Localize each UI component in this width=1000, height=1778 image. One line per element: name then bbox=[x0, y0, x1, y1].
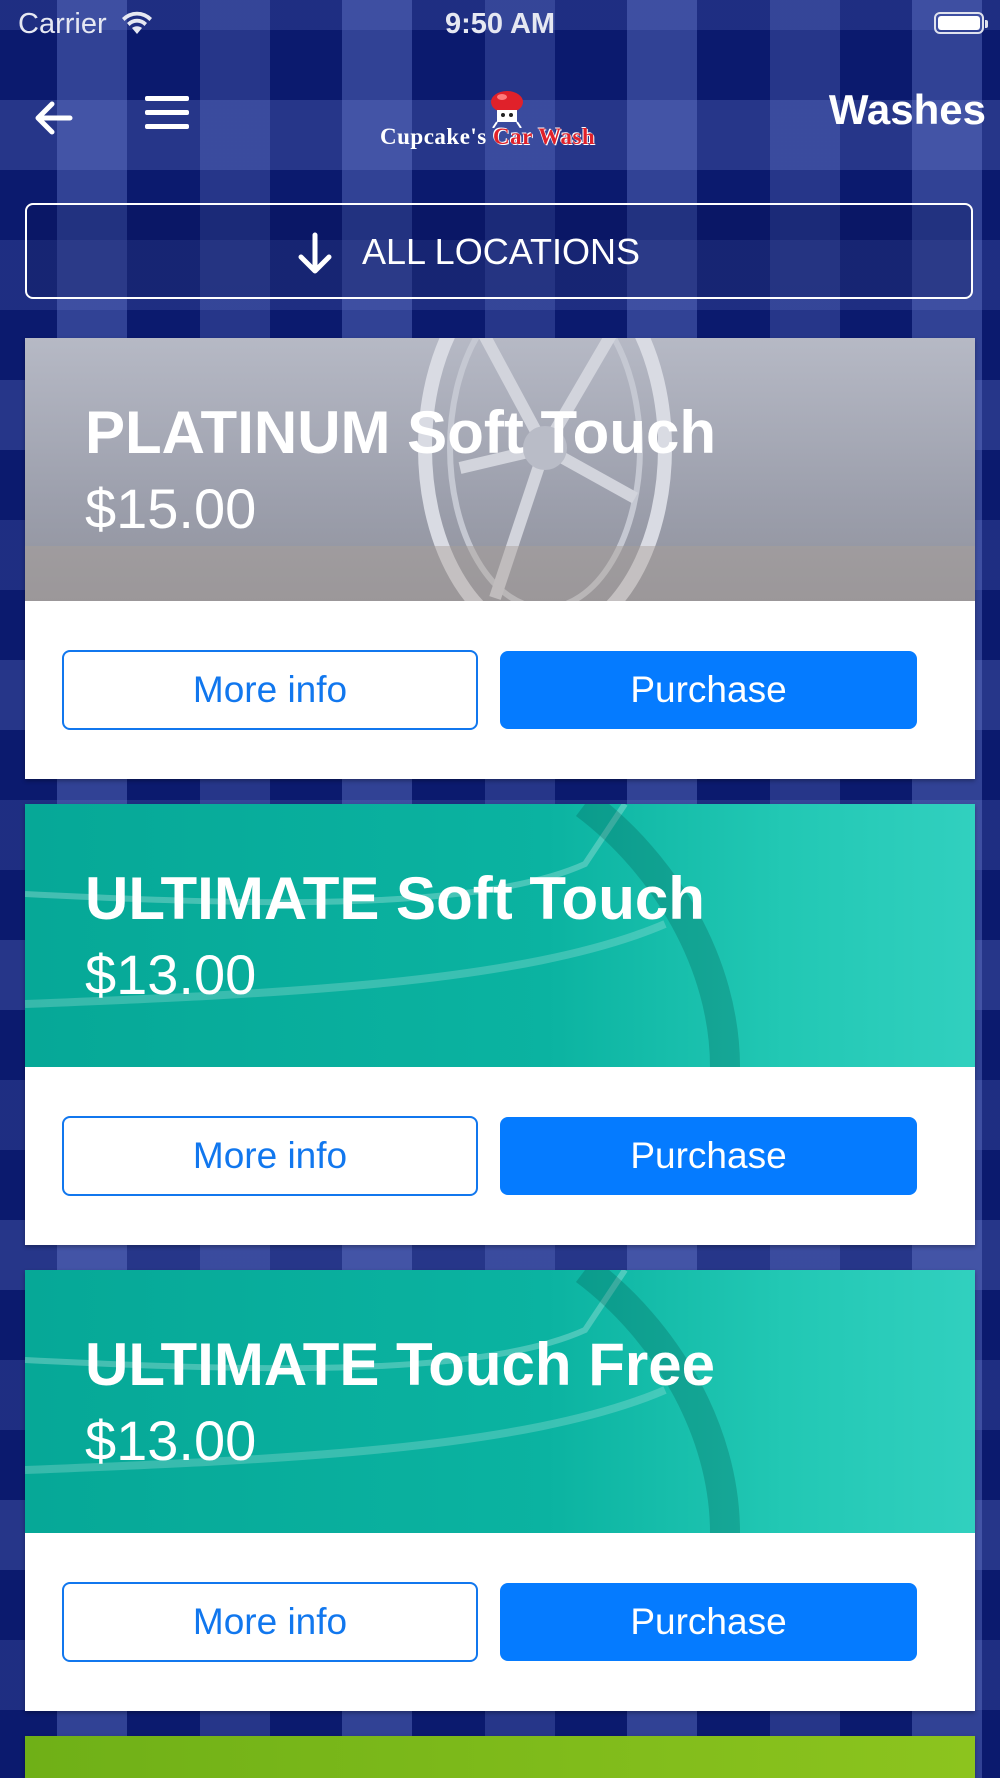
wash-banner bbox=[25, 1736, 975, 1778]
floor-shade bbox=[25, 546, 975, 601]
headlight-image bbox=[25, 804, 740, 1067]
wash-card-ultimate-touch-free: ULTIMATE Touch Free $13.00 More info Pur… bbox=[25, 1270, 975, 1711]
more-info-button[interactable]: More info bbox=[62, 1116, 478, 1196]
all-locations-label: ALL LOCATIONS bbox=[361, 231, 641, 272]
wash-banner: ULTIMATE Touch Free $13.00 bbox=[25, 1270, 975, 1533]
more-info-button[interactable]: More info bbox=[62, 650, 478, 730]
purchase-button[interactable]: Purchase bbox=[500, 651, 917, 729]
logo-text-car-wash: Car Wash bbox=[493, 124, 596, 149]
wash-banner: ULTIMATE Soft Touch $13.00 bbox=[25, 804, 975, 1067]
more-info-button[interactable]: More info bbox=[62, 1582, 478, 1662]
battery-icon bbox=[934, 12, 988, 34]
wash-name: ULTIMATE Soft Touch bbox=[85, 865, 705, 932]
menu-button[interactable] bbox=[145, 96, 189, 136]
all-locations-button[interactable]: ALL LOCATIONS bbox=[25, 203, 973, 299]
brand-logo: Cupcake's Car Wash bbox=[380, 88, 625, 154]
logo-text-cupcakes: Cupcake's bbox=[380, 124, 487, 149]
cupcake-mascot-icon bbox=[491, 91, 523, 128]
wash-card-partial[interactable] bbox=[25, 1736, 975, 1778]
status-bar: Carrier 9:50 AM bbox=[0, 0, 1000, 50]
back-button[interactable] bbox=[30, 94, 78, 142]
wash-name: ULTIMATE Touch Free bbox=[85, 1331, 715, 1398]
wash-banner: PLATINUM Soft Touch $15.00 bbox=[25, 338, 975, 601]
purchase-button[interactable]: Purchase bbox=[500, 1583, 917, 1661]
wash-price: $13.00 bbox=[85, 943, 257, 1006]
nav-bar: Cupcake's Car Wash Washes bbox=[0, 60, 1000, 170]
wash-card-ultimate-soft-touch: ULTIMATE Soft Touch $13.00 More info Pur… bbox=[25, 804, 975, 1245]
headlight-image bbox=[25, 1270, 740, 1533]
page-title: Washes bbox=[828, 86, 986, 133]
clock: 9:50 AM bbox=[444, 8, 556, 40]
purchase-button[interactable]: Purchase bbox=[500, 1117, 917, 1195]
wash-name: PLATINUM Soft Touch bbox=[85, 399, 716, 466]
arrow-left-icon bbox=[35, 101, 73, 135]
wash-price: $13.00 bbox=[85, 1409, 257, 1472]
wash-price: $15.00 bbox=[85, 477, 257, 540]
wash-card-platinum-soft-touch: PLATINUM Soft Touch $15.00 More info Pur… bbox=[25, 338, 975, 779]
